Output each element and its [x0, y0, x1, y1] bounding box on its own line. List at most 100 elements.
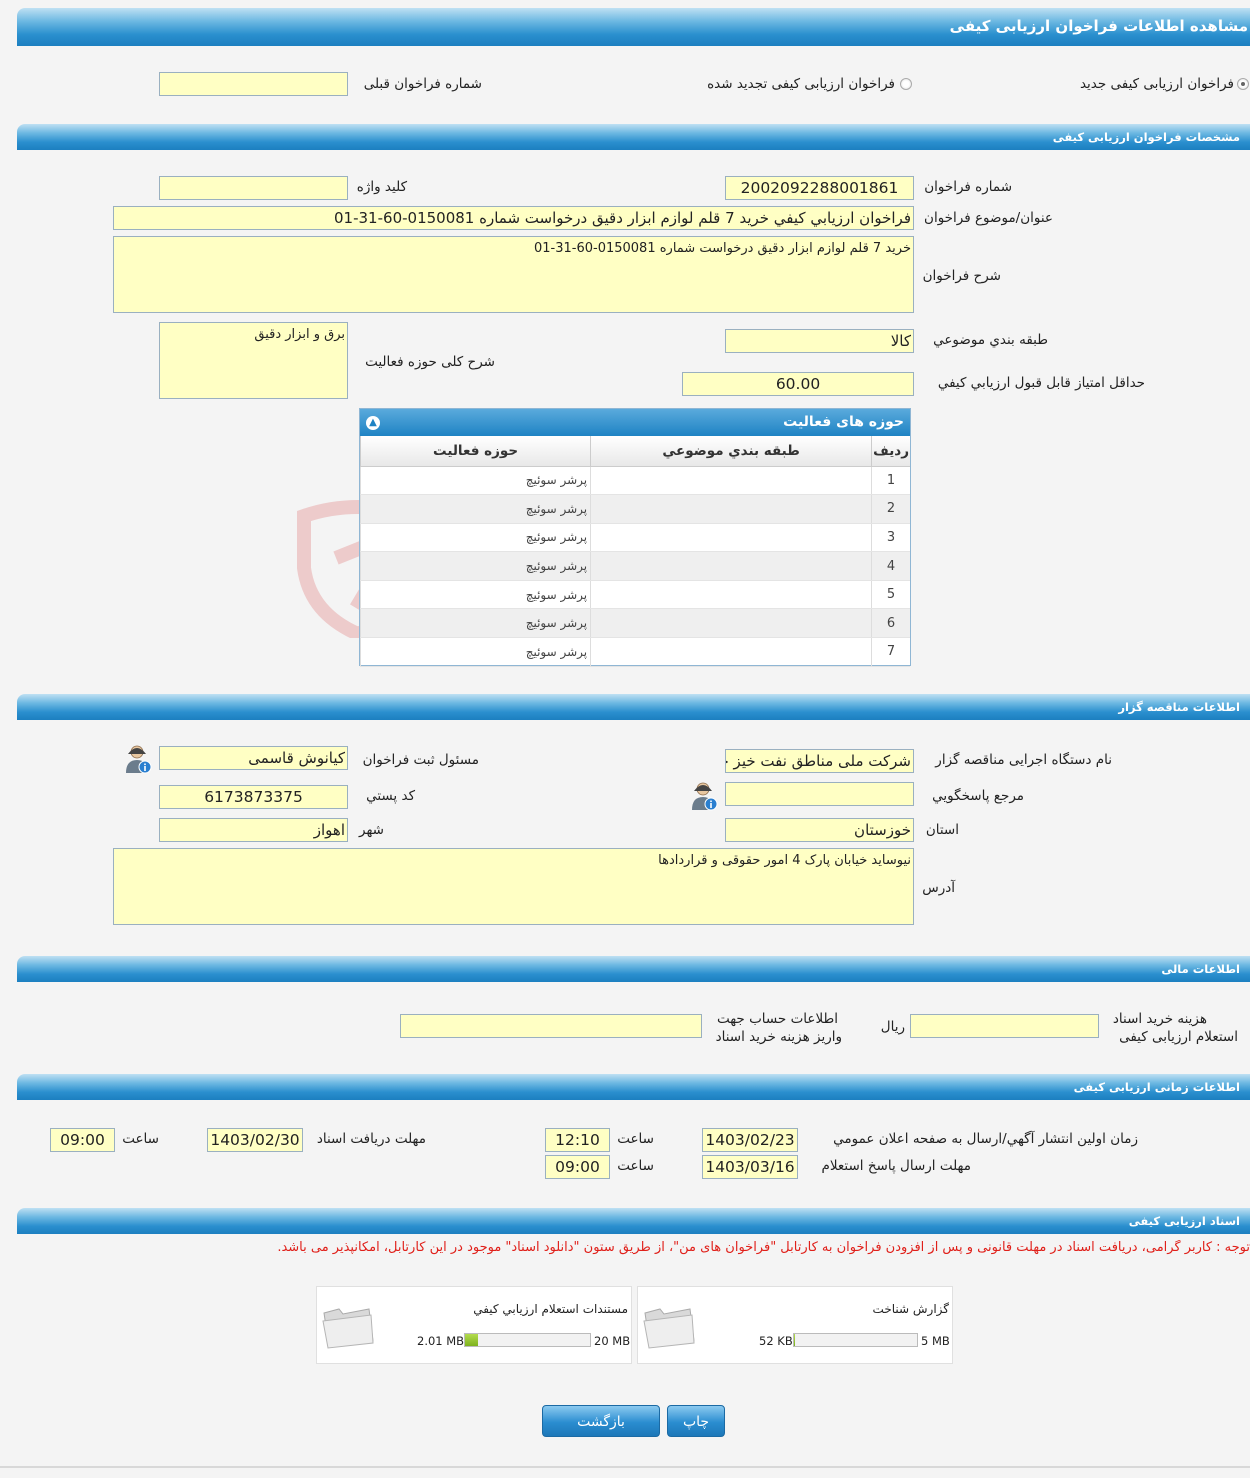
radio-renewed-call[interactable]	[900, 78, 912, 90]
document-max-size: 20 MB	[594, 1334, 631, 1348]
folder-icon	[643, 1308, 695, 1349]
answer-time-label: ساعت	[617, 1158, 654, 1174]
responsible-field[interactable]: کیانوش قاسمی	[159, 746, 348, 770]
answer-time-field[interactable]: 09:00	[545, 1155, 610, 1179]
table-row[interactable]: 6 پرشر سوئیچ	[359, 608, 910, 639]
document-max-size: 5 MB	[921, 1334, 950, 1348]
row-category	[590, 551, 872, 581]
document-card-quality-inquiry-docs[interactable]: مستندات استعلام ارزيابي كيفي 20 MB 2.01 …	[316, 1286, 632, 1364]
row-category	[590, 523, 872, 553]
section-organizer-header: اطلاعات مناقصه گزار	[17, 694, 1250, 720]
document-size-bar	[793, 1333, 918, 1347]
reference-field[interactable]	[725, 782, 914, 806]
currency-label: ریال	[880, 1019, 905, 1035]
table-row[interactable]: 5 پرشر سوئیچ	[359, 580, 910, 610]
responsible-label: مسئول ثبت فراخوان	[362, 752, 479, 768]
activity-grid: حوزه های فعالیت ▲ رديف طبقه بندي موضوعي …	[359, 408, 911, 667]
activity-grid-header: حوزه های فعالیت ▲	[360, 409, 910, 436]
description-label: شرح فراخوان	[922, 268, 1001, 284]
reference-user-info-icon[interactable]	[690, 781, 718, 811]
activity-desc-label: شرح کلی حوزه فعالیت	[365, 354, 495, 370]
table-row[interactable]: 7 پرشر سوئیچ	[359, 637, 910, 667]
section-spec-header: مشخصات فراخوان ارزیابی کیفی	[17, 124, 1250, 150]
publish-time-field[interactable]: 12:10	[545, 1128, 610, 1152]
document-title: گزارش شناخت	[872, 1302, 949, 1316]
row-activity-area: پرشر سوئیچ	[359, 494, 591, 524]
subject-field[interactable]: فراخوان ارزيابي كيفي خريد 7 قلم لوازم اب…	[113, 206, 914, 230]
row-number: 6	[871, 608, 910, 639]
column-header-category[interactable]: طبقه بندي موضوعي	[590, 436, 872, 467]
prev-number-field[interactable]	[159, 72, 348, 96]
activity-desc-field[interactable]: برق و ابزار دقیق	[159, 322, 348, 399]
document-size: 52 KB	[759, 1334, 793, 1348]
min-score-label: حداقل امتياز قابل قبول ارزيابي كيفي	[937, 375, 1145, 391]
user-info-icon[interactable]	[124, 744, 152, 774]
fee-label-line1: هزینه خرید اسناد	[1112, 1011, 1207, 1027]
call-number-field[interactable]: 2002092288001861	[725, 176, 914, 200]
prev-number-label: شماره فراخوان قبلی	[363, 76, 482, 92]
category-field[interactable]: كالا	[725, 329, 914, 353]
receive-label: مهلت دریافت اسناد	[316, 1131, 426, 1147]
row-category	[590, 494, 872, 524]
table-row[interactable]: 1 پرشر سوئیچ	[359, 466, 910, 496]
keyword-field[interactable]	[159, 176, 348, 200]
row-number: 5	[871, 580, 910, 610]
row-number: 4	[871, 551, 910, 581]
keyword-label: کلید واژه	[356, 179, 407, 195]
min-score-field[interactable]: 60.00	[682, 372, 914, 396]
document-size: 2.01 MB	[417, 1334, 465, 1348]
fee-label-line2: استعلام ارزیابی کیفی	[1119, 1029, 1238, 1045]
row-activity-area: پرشر سوئیچ	[359, 580, 591, 610]
row-activity-area: پرشر سوئیچ	[359, 523, 591, 553]
row-category	[590, 580, 872, 610]
document-card-identification-report[interactable]: گزارش شناخت 5 MB 52 KB	[637, 1286, 953, 1364]
section-financial-title: اطلاعات مالی	[1161, 962, 1240, 976]
publish-date-field[interactable]: 1403/02/23	[702, 1128, 798, 1152]
postal-code-field[interactable]: 6173873375	[159, 785, 348, 809]
column-header-activity-area[interactable]: حوزه فعاليت	[359, 436, 591, 467]
row-activity-area: پرشر سوئیچ	[359, 608, 591, 639]
publish-time-label: ساعت	[617, 1131, 654, 1147]
row-activity-area: پرشر سوئیچ	[359, 551, 591, 581]
publish-label: زمان اولين انتشار آگهي/ارسال به صفحه اعل…	[833, 1131, 1138, 1147]
description-field[interactable]: خرید 7 قلم لوازم ابزار دقیق درخواست شمار…	[113, 236, 914, 313]
bottom-divider	[0, 1466, 1250, 1468]
organization-field[interactable]: شرکت ملی مناطق نفت خیز جنوب	[725, 749, 914, 773]
radio-new-call-label: فراخوان ارزیابی کیفی جدید	[1079, 76, 1234, 92]
row-activity-area: پرشر سوئیچ	[359, 466, 591, 496]
section-timing-title: اطلاعات زمانی ارزیابی کیفی	[1073, 1080, 1240, 1094]
answer-date-field[interactable]: 1403/03/16	[702, 1155, 798, 1179]
address-field[interactable]: نیوساید خیابان پارک 4 امور حقوقی و قرارد…	[113, 848, 914, 925]
province-field[interactable]: خوزستان	[725, 818, 914, 842]
province-label: استان	[925, 822, 959, 838]
row-number: 3	[871, 523, 910, 553]
radio-new-call[interactable]	[1237, 78, 1249, 90]
table-row[interactable]: 3 پرشر سوئیچ	[359, 523, 910, 553]
account-field[interactable]	[400, 1014, 702, 1038]
document-size-fill	[465, 1334, 478, 1346]
activity-grid-title: حوزه های فعالیت	[783, 414, 904, 430]
document-size-bar	[464, 1333, 591, 1347]
column-header-row-number[interactable]: رديف	[871, 436, 910, 467]
section-documents-header: اسناد ارزیابی کیفی	[17, 1208, 1250, 1234]
category-label: طبقه بندي موضوعي	[933, 332, 1048, 348]
row-category	[590, 466, 872, 496]
receive-time-field[interactable]: 09:00	[50, 1128, 115, 1152]
receive-date-field[interactable]: 1403/02/30	[207, 1128, 303, 1152]
fee-field[interactable]	[910, 1014, 1099, 1038]
back-button[interactable]: بازگشت	[542, 1405, 660, 1437]
row-number: 2	[871, 494, 910, 524]
city-label: شهر	[359, 822, 384, 838]
collapse-icon[interactable]: ▲	[366, 416, 380, 430]
city-field[interactable]: اهواز	[159, 818, 348, 842]
row-activity-area: پرشر سوئیچ	[359, 637, 591, 667]
table-row[interactable]: 2 پرشر سوئیچ	[359, 494, 910, 524]
folder-icon	[322, 1308, 374, 1349]
call-number-label: شماره فراخوان	[924, 179, 1012, 195]
row-number: 7	[871, 637, 910, 667]
table-row[interactable]: 4 پرشر سوئیچ	[359, 551, 910, 581]
reference-label: مرجع پاسخگويي	[932, 788, 1024, 804]
account-label-line1: اطلاعات حساب جهت	[716, 1011, 838, 1027]
row-category	[590, 637, 872, 667]
print-button[interactable]: چاپ	[667, 1405, 725, 1437]
